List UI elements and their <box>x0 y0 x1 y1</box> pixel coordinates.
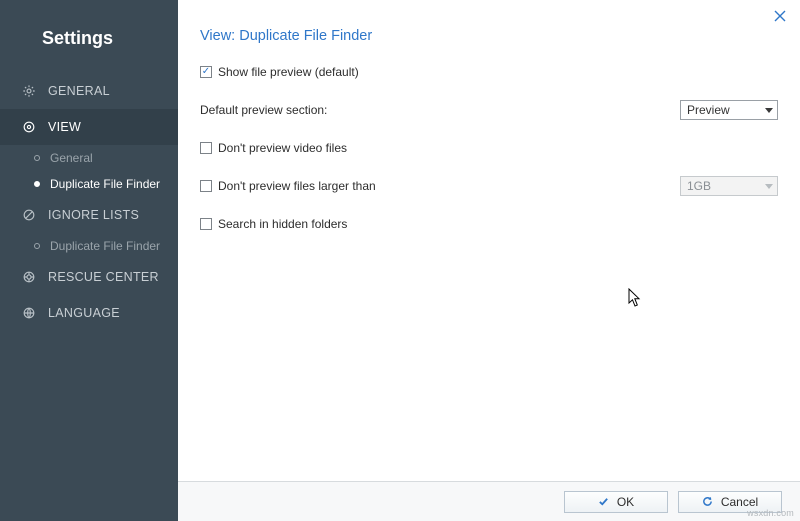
ok-button[interactable]: OK <box>564 491 668 513</box>
sidebar-item-view[interactable]: VIEW <box>0 109 178 145</box>
checkbox-search-hidden[interactable] <box>200 218 212 230</box>
option-show-preview: Show file preview (default) <box>200 62 778 82</box>
label-default-section: Default preview section: <box>200 103 327 117</box>
chevron-down-icon <box>765 184 773 189</box>
cancel-button[interactable]: Cancel <box>678 491 782 513</box>
option-no-video: Don't preview video files <box>200 138 778 158</box>
sidebar-item-language[interactable]: LANGUAGE <box>0 295 178 331</box>
gear-icon <box>22 84 36 98</box>
close-button[interactable] <box>770 6 790 26</box>
chevron-down-icon <box>765 108 773 113</box>
sidebar-item-ignore-lists[interactable]: IGNORE LISTS <box>0 197 178 233</box>
option-default-section: Default preview section: Preview <box>200 100 778 120</box>
nav-label: IGNORE LISTS <box>48 208 139 222</box>
checkbox-no-video[interactable] <box>200 142 212 154</box>
settings-dialog: Settings GENERAL VIEW General Duplicate … <box>0 0 800 521</box>
button-label: Cancel <box>721 495 758 509</box>
checkbox-show-preview[interactable] <box>200 66 212 78</box>
checkbox-no-large[interactable] <box>200 180 212 192</box>
select-default-section[interactable]: Preview <box>680 100 778 120</box>
nav-label: GENERAL <box>48 84 110 98</box>
sidebar-subitem-view-general[interactable]: General <box>0 145 178 171</box>
select-value: 1GB <box>687 179 711 193</box>
page-title: View: Duplicate File Finder <box>200 28 778 44</box>
option-search-hidden: Search in hidden folders <box>200 214 778 234</box>
globe-icon <box>22 306 36 320</box>
sidebar-subitem-view-duplicate[interactable]: Duplicate File Finder <box>0 171 178 197</box>
sidebar-subitem-ignore-duplicate[interactable]: Duplicate File Finder <box>0 233 178 259</box>
sidebar-item-general[interactable]: GENERAL <box>0 73 178 109</box>
sidebar: Settings GENERAL VIEW General Duplicate … <box>0 0 178 521</box>
option-no-large: Don't preview files larger than 1GB <box>200 176 778 196</box>
cursor-icon <box>628 288 642 308</box>
nav-label: LANGUAGE <box>48 306 120 320</box>
sidebar-item-rescue-center[interactable]: RESCUE CENTER <box>0 259 178 295</box>
subitem-label: Duplicate File Finder <box>50 177 160 191</box>
nav-label: VIEW <box>48 120 81 134</box>
target-icon <box>22 120 36 134</box>
refresh-icon <box>702 496 713 507</box>
select-size-limit: 1GB <box>680 176 778 196</box>
subitem-label: Duplicate File Finder <box>50 239 160 253</box>
block-icon <box>22 208 36 222</box>
select-value: Preview <box>687 103 730 117</box>
label-no-large: Don't preview files larger than <box>218 179 376 193</box>
button-label: OK <box>617 495 634 509</box>
main-panel: View: Duplicate File Finder Show file pr… <box>178 0 800 521</box>
label-search-hidden: Search in hidden folders <box>218 217 347 231</box>
sidebar-title: Settings <box>0 22 178 73</box>
label-no-video: Don't preview video files <box>218 141 347 155</box>
subitem-label: General <box>50 151 93 165</box>
check-icon <box>598 496 609 507</box>
label-show-preview: Show file preview (default) <box>218 65 359 79</box>
lifebuoy-icon <box>22 270 36 284</box>
nav-label: RESCUE CENTER <box>48 270 159 284</box>
dialog-footer: OK Cancel wsxdn.com <box>178 481 800 521</box>
